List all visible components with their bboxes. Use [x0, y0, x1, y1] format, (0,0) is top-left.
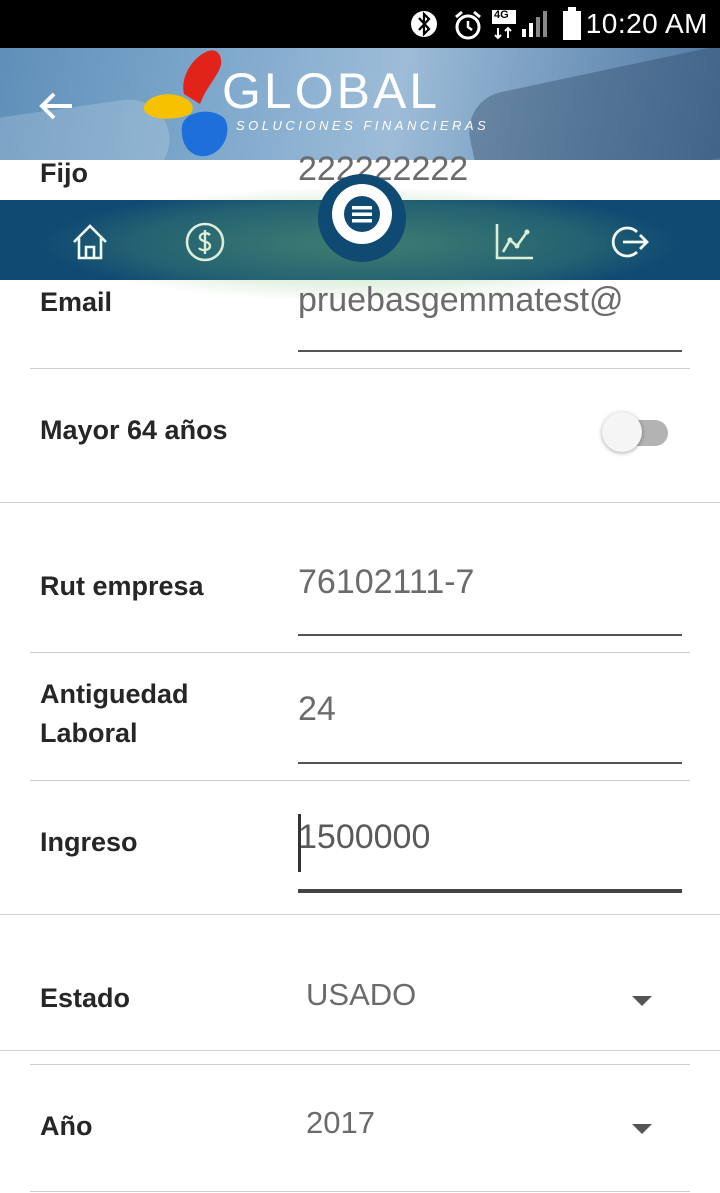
divider [30, 1191, 690, 1192]
global-logo: GLOBAL SOLUCIONES FINANCIERAS [140, 48, 500, 160]
estado-label: Estado [40, 983, 131, 1013]
antiguedad-underline [298, 762, 682, 764]
mayor-64-toggle[interactable] [602, 410, 668, 454]
divider [0, 502, 720, 503]
arrow-left-icon [39, 92, 72, 120]
chevron-down-icon[interactable] [632, 996, 652, 1006]
header-background-shape [461, 48, 720, 160]
divider [30, 652, 690, 653]
rut-empresa-label: Rut empresa [40, 571, 204, 601]
alarm-icon [452, 9, 484, 46]
mayor-64-label: Mayor 64 años [40, 415, 228, 445]
status-time: 10:20 AM [585, 8, 708, 39]
anio-label: Año [40, 1111, 93, 1141]
anio-select[interactable]: 2017 [306, 1105, 375, 1141]
ingreso-field[interactable]: 1500000 [298, 818, 430, 857]
email-field[interactable]: pruebasgemmatest@ [298, 281, 682, 320]
divider [30, 1064, 690, 1065]
divider [0, 1050, 720, 1051]
chevron-down-icon[interactable] [632, 1124, 652, 1134]
logo-subtitle: SOLUCIONES FINANCIERAS [236, 118, 490, 133]
back-button[interactable] [34, 84, 78, 128]
logo-mark-icon [143, 50, 228, 157]
menu-button-face [332, 184, 392, 244]
email-underline [298, 350, 682, 352]
ingreso-label: Ingreso [40, 827, 138, 857]
nav-payments[interactable] [183, 220, 227, 264]
rut-empresa-field[interactable]: 76102111-7 [298, 563, 474, 602]
divider [0, 914, 720, 915]
network-type-label: 4G [494, 9, 509, 21]
rut-empresa-underline [298, 634, 682, 636]
nav-home[interactable] [68, 220, 112, 264]
ingreso-underline [298, 889, 682, 893]
estado-select[interactable]: USADO [306, 977, 416, 1013]
antiguedad-field[interactable]: 24 [298, 690, 336, 729]
battery-icon [562, 7, 582, 46]
network-type-icon: 4G [492, 9, 516, 45]
dollar-icon [185, 222, 225, 262]
email-label: Email [40, 287, 113, 317]
bluetooth-icon [410, 9, 438, 44]
menu-icon [344, 196, 380, 232]
chart-icon [495, 224, 533, 260]
app-header: GLOBAL SOLUCIONES FINANCIERAS [0, 48, 720, 160]
fijo-label: Fijo [40, 158, 88, 188]
divider [30, 368, 690, 369]
nav-logout[interactable] [607, 220, 651, 264]
nav-stats[interactable] [493, 220, 537, 264]
antiguedad-label: Antiguedad Laboral [40, 679, 189, 748]
signal-icon [520, 9, 552, 44]
home-icon [73, 224, 107, 260]
status-bar: 4G 10:20 AM [0, 0, 720, 48]
logo-text: GLOBAL [222, 63, 441, 119]
menu-button[interactable] [318, 174, 406, 262]
divider [30, 780, 690, 781]
toggle-knob [602, 412, 642, 452]
text-cursor [298, 814, 301, 872]
logout-icon [611, 226, 649, 258]
